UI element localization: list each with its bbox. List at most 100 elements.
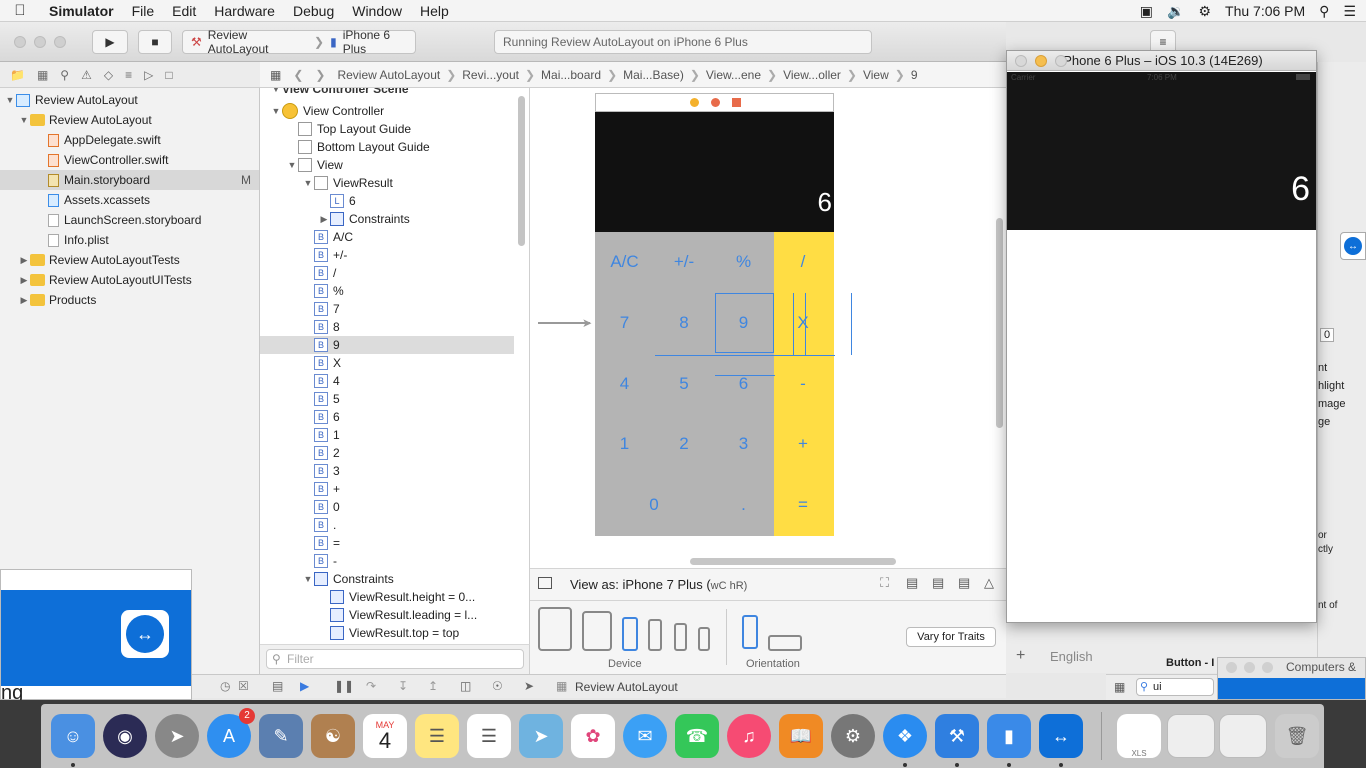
portrait-orientation[interactable]: [742, 615, 758, 649]
calc-key-button[interactable]: /: [774, 232, 833, 292]
nav-row-folder[interactable]: ▼ Review AutoLayout: [0, 110, 259, 130]
canvas-v-scrollbar[interactable]: [996, 218, 1003, 428]
preview-icon[interactable]: ✎: [259, 714, 303, 758]
app-store-icon[interactable]: A 2: [207, 708, 255, 758]
close-filter-icon[interactable]: ☒: [238, 679, 249, 693]
disclosure-open-icon[interactable]: ▼: [4, 95, 16, 105]
warning-tab-icon[interactable]: ⚠: [81, 68, 92, 82]
memory-graph-icon[interactable]: ☉: [492, 679, 503, 693]
nav-row-project[interactable]: ▼ Review AutoLayout: [0, 90, 259, 110]
disclosure-closed-icon[interactable]: ▶: [18, 255, 30, 266]
step-over-icon[interactable]: ↷: [366, 679, 376, 693]
simulator-window[interactable]: iPhone 6 Plus – iOS 10.3 (14E269) Carrie…: [1006, 50, 1317, 623]
view-controller-dock-icon[interactable]: [690, 98, 699, 107]
simulator-display[interactable]: Carrier 7:06 PM 6: [1007, 72, 1316, 230]
spotlight-search-icon[interactable]: ⚲: [1319, 3, 1329, 20]
menu-simulator[interactable]: Simulator: [40, 3, 123, 19]
close-window-button[interactable]: [14, 36, 26, 48]
calc-key-button[interactable]: =: [774, 475, 833, 535]
hierarchy-tab-icon[interactable]: ▦: [37, 68, 48, 82]
nav-row-folder[interactable]: ▶ Review AutoLayoutUITests: [0, 270, 259, 290]
close-window-button[interactable]: [1015, 55, 1027, 67]
minimize-window-button[interactable]: [1035, 55, 1047, 67]
nav-row-file-selected[interactable]: Main.storyboard M: [0, 170, 259, 190]
teamviewer-computers-window[interactable]: Computers &: [1217, 657, 1366, 700]
menu-help[interactable]: Help: [411, 3, 458, 19]
minimize-window-button[interactable]: [34, 36, 46, 48]
outline-row[interactable]: B +: [260, 480, 514, 498]
nav-row-file[interactable]: LaunchScreen.storyboard: [0, 210, 259, 230]
clock[interactable]: Thu 7:06 PM: [1225, 3, 1305, 19]
itunes-icon[interactable]: ♫: [727, 714, 771, 758]
clock-filter-icon[interactable]: ◷: [220, 679, 230, 693]
location-icon[interactable]: ➤: [524, 679, 534, 693]
menu-window[interactable]: Window: [343, 3, 411, 19]
outline-row[interactable]: B3: [260, 462, 514, 480]
calc-key-button[interactable]: 2: [655, 414, 714, 474]
scene-header[interactable]: ▼ View Controller Scene: [260, 88, 514, 98]
result-view[interactable]: 6: [595, 112, 834, 232]
iphone-7-plus-device[interactable]: [622, 617, 638, 651]
calc-key-button[interactable]: 6: [714, 354, 773, 414]
calc-key-button[interactable]: 8: [655, 293, 714, 353]
outline-row[interactable]: ViewResult.leading = l...: [260, 606, 514, 624]
ibooks-icon[interactable]: 📖: [779, 714, 823, 758]
library-search-input[interactable]: ⚲ ui: [1136, 678, 1214, 696]
calc-key-button[interactable]: 3: [714, 414, 773, 474]
calendar-icon[interactable]: MAY 4: [363, 714, 407, 758]
zoom-window-button[interactable]: [1262, 662, 1273, 673]
outline-row[interactable]: ▼ View Controller: [260, 102, 514, 120]
safari-icon[interactable]: ❖: [883, 714, 927, 758]
exit-dock-icon[interactable]: [732, 98, 741, 107]
calc-key-button[interactable]: +: [774, 414, 833, 474]
breakpoint-tab-icon[interactable]: ▷: [144, 68, 153, 82]
result-label[interactable]: 6: [818, 187, 832, 218]
simulator-title-bar[interactable]: iPhone 6 Plus – iOS 10.3 (14E269): [1007, 51, 1316, 71]
recent-window-thumbnail[interactable]: [1167, 714, 1215, 758]
landscape-orientation[interactable]: [768, 635, 802, 651]
nav-row-file[interactable]: Info.plist: [0, 230, 259, 250]
grid-view-icon[interactable]: ▦: [1114, 680, 1125, 694]
step-in-icon[interactable]: ↧: [398, 679, 408, 693]
nav-row-folder[interactable]: ▶ Review AutoLayoutTests: [0, 250, 259, 270]
add-language-icon[interactable]: +: [1016, 647, 1025, 665]
disclosure-closed-icon[interactable]: ▶: [18, 295, 30, 306]
find-tab-icon[interactable]: ⚲: [60, 68, 69, 82]
debug-tab-icon[interactable]: ≡: [125, 68, 132, 82]
disclosure-closed-icon[interactable]: ▶: [318, 214, 330, 225]
zoom-window-button[interactable]: [54, 36, 66, 48]
pause-icon[interactable]: ❚❚: [334, 679, 354, 693]
align-icon[interactable]: ▤: [932, 575, 944, 591]
crumb[interactable]: View...ene: [706, 68, 761, 82]
outline-row[interactable]: B +/-: [260, 246, 514, 264]
trash-icon[interactable]: 🗑: [1275, 714, 1319, 758]
view-debugger-icon[interactable]: ◫: [460, 679, 471, 693]
outline-row[interactable]: B4: [260, 372, 514, 390]
calc-key-button[interactable]: +/-: [655, 232, 714, 292]
vary-for-traits-button[interactable]: Vary for Traits: [906, 627, 996, 647]
outline-row[interactable]: B-: [260, 552, 514, 570]
outline-row[interactable]: B9: [260, 336, 514, 354]
recent-window-thumbnail[interactable]: [1219, 714, 1267, 758]
update-frames-icon[interactable]: ⛶: [880, 575, 889, 591]
outline-row[interactable]: B8: [260, 318, 514, 336]
run-button[interactable]: ▶: [92, 30, 128, 54]
outline-row[interactable]: L6: [260, 192, 514, 210]
disclosure-open-icon[interactable]: ▼: [302, 178, 314, 188]
calc-key-button[interactable]: -: [774, 354, 833, 414]
selection-box[interactable]: [715, 293, 774, 353]
crumb[interactable]: Revi...yout: [462, 68, 519, 82]
outline-row[interactable]: ViewResult.top = top: [260, 624, 514, 642]
crumb[interactable]: Mai...board: [541, 68, 601, 82]
outline-row[interactable]: ▶ Constraints: [260, 210, 514, 228]
system-preferences-icon[interactable]: ⚙: [831, 714, 875, 758]
finder-icon[interactable]: ☺: [51, 714, 95, 758]
outline-row[interactable]: B0: [260, 498, 514, 516]
hide-debug-icon[interactable]: ▤: [272, 679, 283, 693]
reminders-icon[interactable]: ☰: [467, 714, 511, 758]
display-mirror-icon[interactable]: ▣: [1140, 3, 1153, 20]
ipad-pro-9-device[interactable]: [582, 611, 612, 651]
forward-arrow-icon[interactable]: ❯: [315, 68, 331, 82]
sim-result-label[interactable]: 6: [1291, 170, 1310, 209]
inspector-stepper-value[interactable]: 0: [1320, 328, 1335, 342]
